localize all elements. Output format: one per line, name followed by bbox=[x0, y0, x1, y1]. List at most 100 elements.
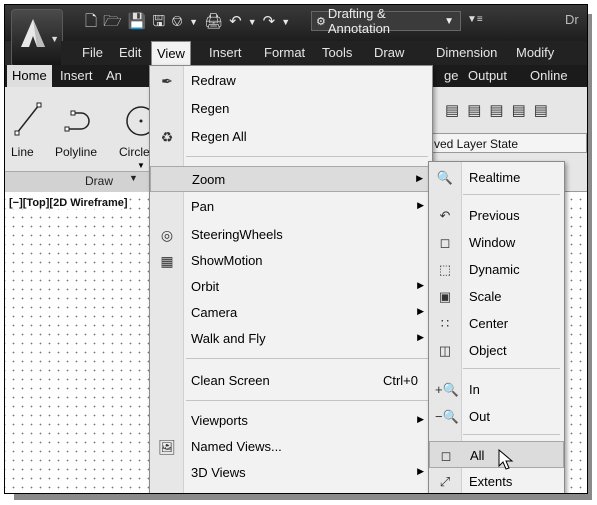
layer-match-icon[interactable]: ▤ bbox=[445, 101, 459, 119]
menu-separator bbox=[186, 400, 428, 401]
title-bar: 🗋 🗁 💾 🖫 ⎊ ▼ 🖨 ↶ ▼ ↷ ▼ ⚙ Drafting & Annot… bbox=[5, 5, 587, 41]
chevron-down-icon[interactable]: ▼ bbox=[281, 12, 290, 32]
menu-file[interactable]: File bbox=[77, 41, 108, 65]
workspace-switcher[interactable]: ⚙ Drafting & Annotation ▼ bbox=[311, 6, 461, 36]
chevron-down-icon[interactable]: ▼ bbox=[137, 161, 145, 170]
menu-item-showmotion[interactable]: ▦ ShowMotion bbox=[150, 248, 432, 274]
circle-icon[interactable] bbox=[123, 101, 151, 137]
tab-annotate[interactable]: An bbox=[101, 65, 127, 87]
zoom-scale[interactable]: ▣ Scale bbox=[429, 283, 564, 310]
application-menu-button[interactable]: ▼ bbox=[11, 9, 63, 67]
save-icon[interactable]: 💾 bbox=[128, 12, 147, 32]
menu-item-zoom[interactable]: Zoom ▶ bbox=[150, 166, 432, 192]
save-as-icon[interactable]: 🖫 bbox=[152, 12, 165, 32]
line-tool-label[interactable]: Line bbox=[11, 145, 34, 159]
menu-item-label: Window bbox=[469, 235, 516, 250]
zoom-previous[interactable]: ↶ Previous bbox=[429, 202, 564, 229]
menu-draw[interactable]: Draw bbox=[369, 41, 409, 65]
menu-item-camera[interactable]: Camera ▶ bbox=[150, 300, 432, 326]
layer-isolate-icon[interactable]: ▤ bbox=[489, 101, 503, 119]
menu-separator bbox=[463, 434, 560, 435]
menu-item-regen[interactable]: Regen bbox=[150, 96, 432, 122]
draw-panel-label: Draw bbox=[85, 174, 114, 188]
autocad-window: 🗋 🗁 💾 🖫 ⎊ ▼ 🖨 ↶ ▼ ↷ ▼ ⚙ Drafting & Annot… bbox=[4, 4, 588, 494]
menu-item-walk-and-fly[interactable]: Walk and Fly ▶ bbox=[150, 326, 432, 352]
menu-item-label: 3D Views bbox=[191, 465, 246, 480]
zoom-all[interactable]: ◻ All bbox=[429, 441, 564, 468]
autocad-logo-icon bbox=[21, 19, 45, 47]
open-icon[interactable]: 🗁 bbox=[103, 12, 122, 32]
layer-state-combo[interactable]: ved Layer State bbox=[429, 133, 587, 153]
zoom-center-icon: ∷ bbox=[440, 316, 450, 331]
menu-item-3d-views[interactable]: 3D Views ▶ bbox=[150, 460, 432, 486]
menu-item-label: Previous bbox=[469, 208, 520, 223]
menu-bar: File Edit View Insert Format Tools Draw … bbox=[61, 41, 587, 66]
menu-item-pan[interactable]: Pan ▶ bbox=[150, 194, 432, 220]
menu-view[interactable]: View bbox=[151, 41, 191, 66]
menu-item-regen-all[interactable]: ♻ Regen All bbox=[150, 124, 432, 150]
menu-dimension[interactable]: Dimension bbox=[431, 41, 502, 65]
chevron-down-icon[interactable]: ▼ bbox=[248, 12, 257, 32]
menu-item-label: All bbox=[470, 448, 485, 463]
zoom-in[interactable]: +🔍 In bbox=[429, 376, 564, 403]
menu-item-orbit[interactable]: Orbit ▶ bbox=[150, 274, 432, 300]
zoom-extents[interactable]: ⤢ Extents bbox=[429, 468, 564, 493]
menu-item-label: Regen bbox=[191, 101, 230, 116]
menu-separator bbox=[463, 194, 560, 195]
tab-home[interactable]: Home bbox=[7, 65, 52, 87]
viewport-controls-label[interactable]: [−][Top][2D Wireframe] bbox=[8, 197, 129, 209]
submenu-arrow-icon: ▶ bbox=[417, 306, 424, 316]
circle-tool-label[interactable]: Circle bbox=[119, 145, 150, 159]
menu-item-label: Viewports bbox=[191, 413, 248, 428]
zoom-realtime[interactable]: 🔍 Realtime bbox=[429, 164, 564, 191]
zoom-extents-icon: ⤢ bbox=[439, 474, 451, 489]
menu-format[interactable]: Format bbox=[259, 41, 310, 65]
zoom-all-icon: ◻ bbox=[440, 448, 452, 463]
tab-output[interactable]: Output bbox=[463, 65, 512, 87]
zoom-window[interactable]: ◻ Window bbox=[429, 229, 564, 256]
chevron-down-icon[interactable]: ▼ bbox=[189, 12, 198, 32]
menu-item-label: SteeringWheels bbox=[191, 227, 283, 242]
undo-icon[interactable]: ↶ bbox=[229, 12, 242, 32]
menu-separator bbox=[186, 358, 428, 359]
menu-item-steeringwheels[interactable]: ◎ SteeringWheels bbox=[150, 222, 432, 248]
publish-icon[interactable]: ⎊ bbox=[171, 12, 183, 32]
menu-item-label: Scale bbox=[469, 289, 502, 304]
submenu-arrow-icon: ▶ bbox=[417, 466, 424, 476]
menu-item-named-views[interactable]: 🖼 Named Views... bbox=[150, 434, 432, 460]
layer-off-icon[interactable]: ▤ bbox=[534, 101, 548, 119]
window-title: Dr bbox=[565, 12, 579, 27]
menu-item-label: ShowMotion bbox=[191, 253, 263, 268]
zoom-dynamic-icon: ⬚ bbox=[438, 262, 452, 277]
draw-panel-title[interactable]: Draw ▼ bbox=[5, 171, 153, 192]
polyline-icon[interactable] bbox=[63, 101, 99, 137]
plot-icon[interactable]: 🖨 bbox=[204, 12, 223, 32]
shortcut-label: Ctrl+0 bbox=[382, 373, 418, 388]
layer-change-icon[interactable]: ▤ bbox=[467, 101, 481, 119]
layer-freeze-icon[interactable]: ▤ bbox=[512, 101, 526, 119]
menu-tools[interactable]: Tools bbox=[317, 41, 357, 65]
tab-insert[interactable]: Insert bbox=[55, 65, 98, 87]
menu-modify[interactable]: Modify bbox=[511, 41, 559, 65]
tab-manage[interactable]: ge bbox=[439, 65, 463, 87]
menu-item-clean-screen[interactable]: Clean Screen Ctrl+0 bbox=[150, 368, 432, 394]
zoom-object[interactable]: ◫ Object bbox=[429, 337, 564, 364]
submenu-arrow-icon: ▶ bbox=[416, 173, 423, 183]
menu-item-redraw[interactable]: ✒ Redraw bbox=[150, 68, 432, 94]
redo-icon[interactable]: ↷ bbox=[263, 12, 276, 32]
menu-item-viewports[interactable]: Viewports ▶ bbox=[150, 408, 432, 434]
new-icon[interactable]: 🗋 bbox=[85, 12, 97, 32]
line-icon[interactable] bbox=[13, 101, 43, 137]
menu-item-label: Redraw bbox=[191, 73, 236, 88]
zoom-center[interactable]: ∷ Center bbox=[429, 310, 564, 337]
regen-all-icon: ♻ bbox=[160, 129, 174, 145]
menu-edit[interactable]: Edit bbox=[114, 41, 146, 65]
menu-item-label: Zoom bbox=[192, 172, 226, 187]
menu-insert[interactable]: Insert bbox=[204, 41, 247, 65]
zoom-out[interactable]: −🔍 Out bbox=[429, 403, 564, 430]
tab-online[interactable]: Online bbox=[525, 65, 573, 87]
menu-item-label: Regen All bbox=[191, 129, 247, 144]
polyline-tool-label[interactable]: Polyline bbox=[55, 145, 97, 159]
customize-qat-icon[interactable]: ▼≡ bbox=[467, 14, 483, 25]
zoom-dynamic[interactable]: ⬚ Dynamic bbox=[429, 256, 564, 283]
